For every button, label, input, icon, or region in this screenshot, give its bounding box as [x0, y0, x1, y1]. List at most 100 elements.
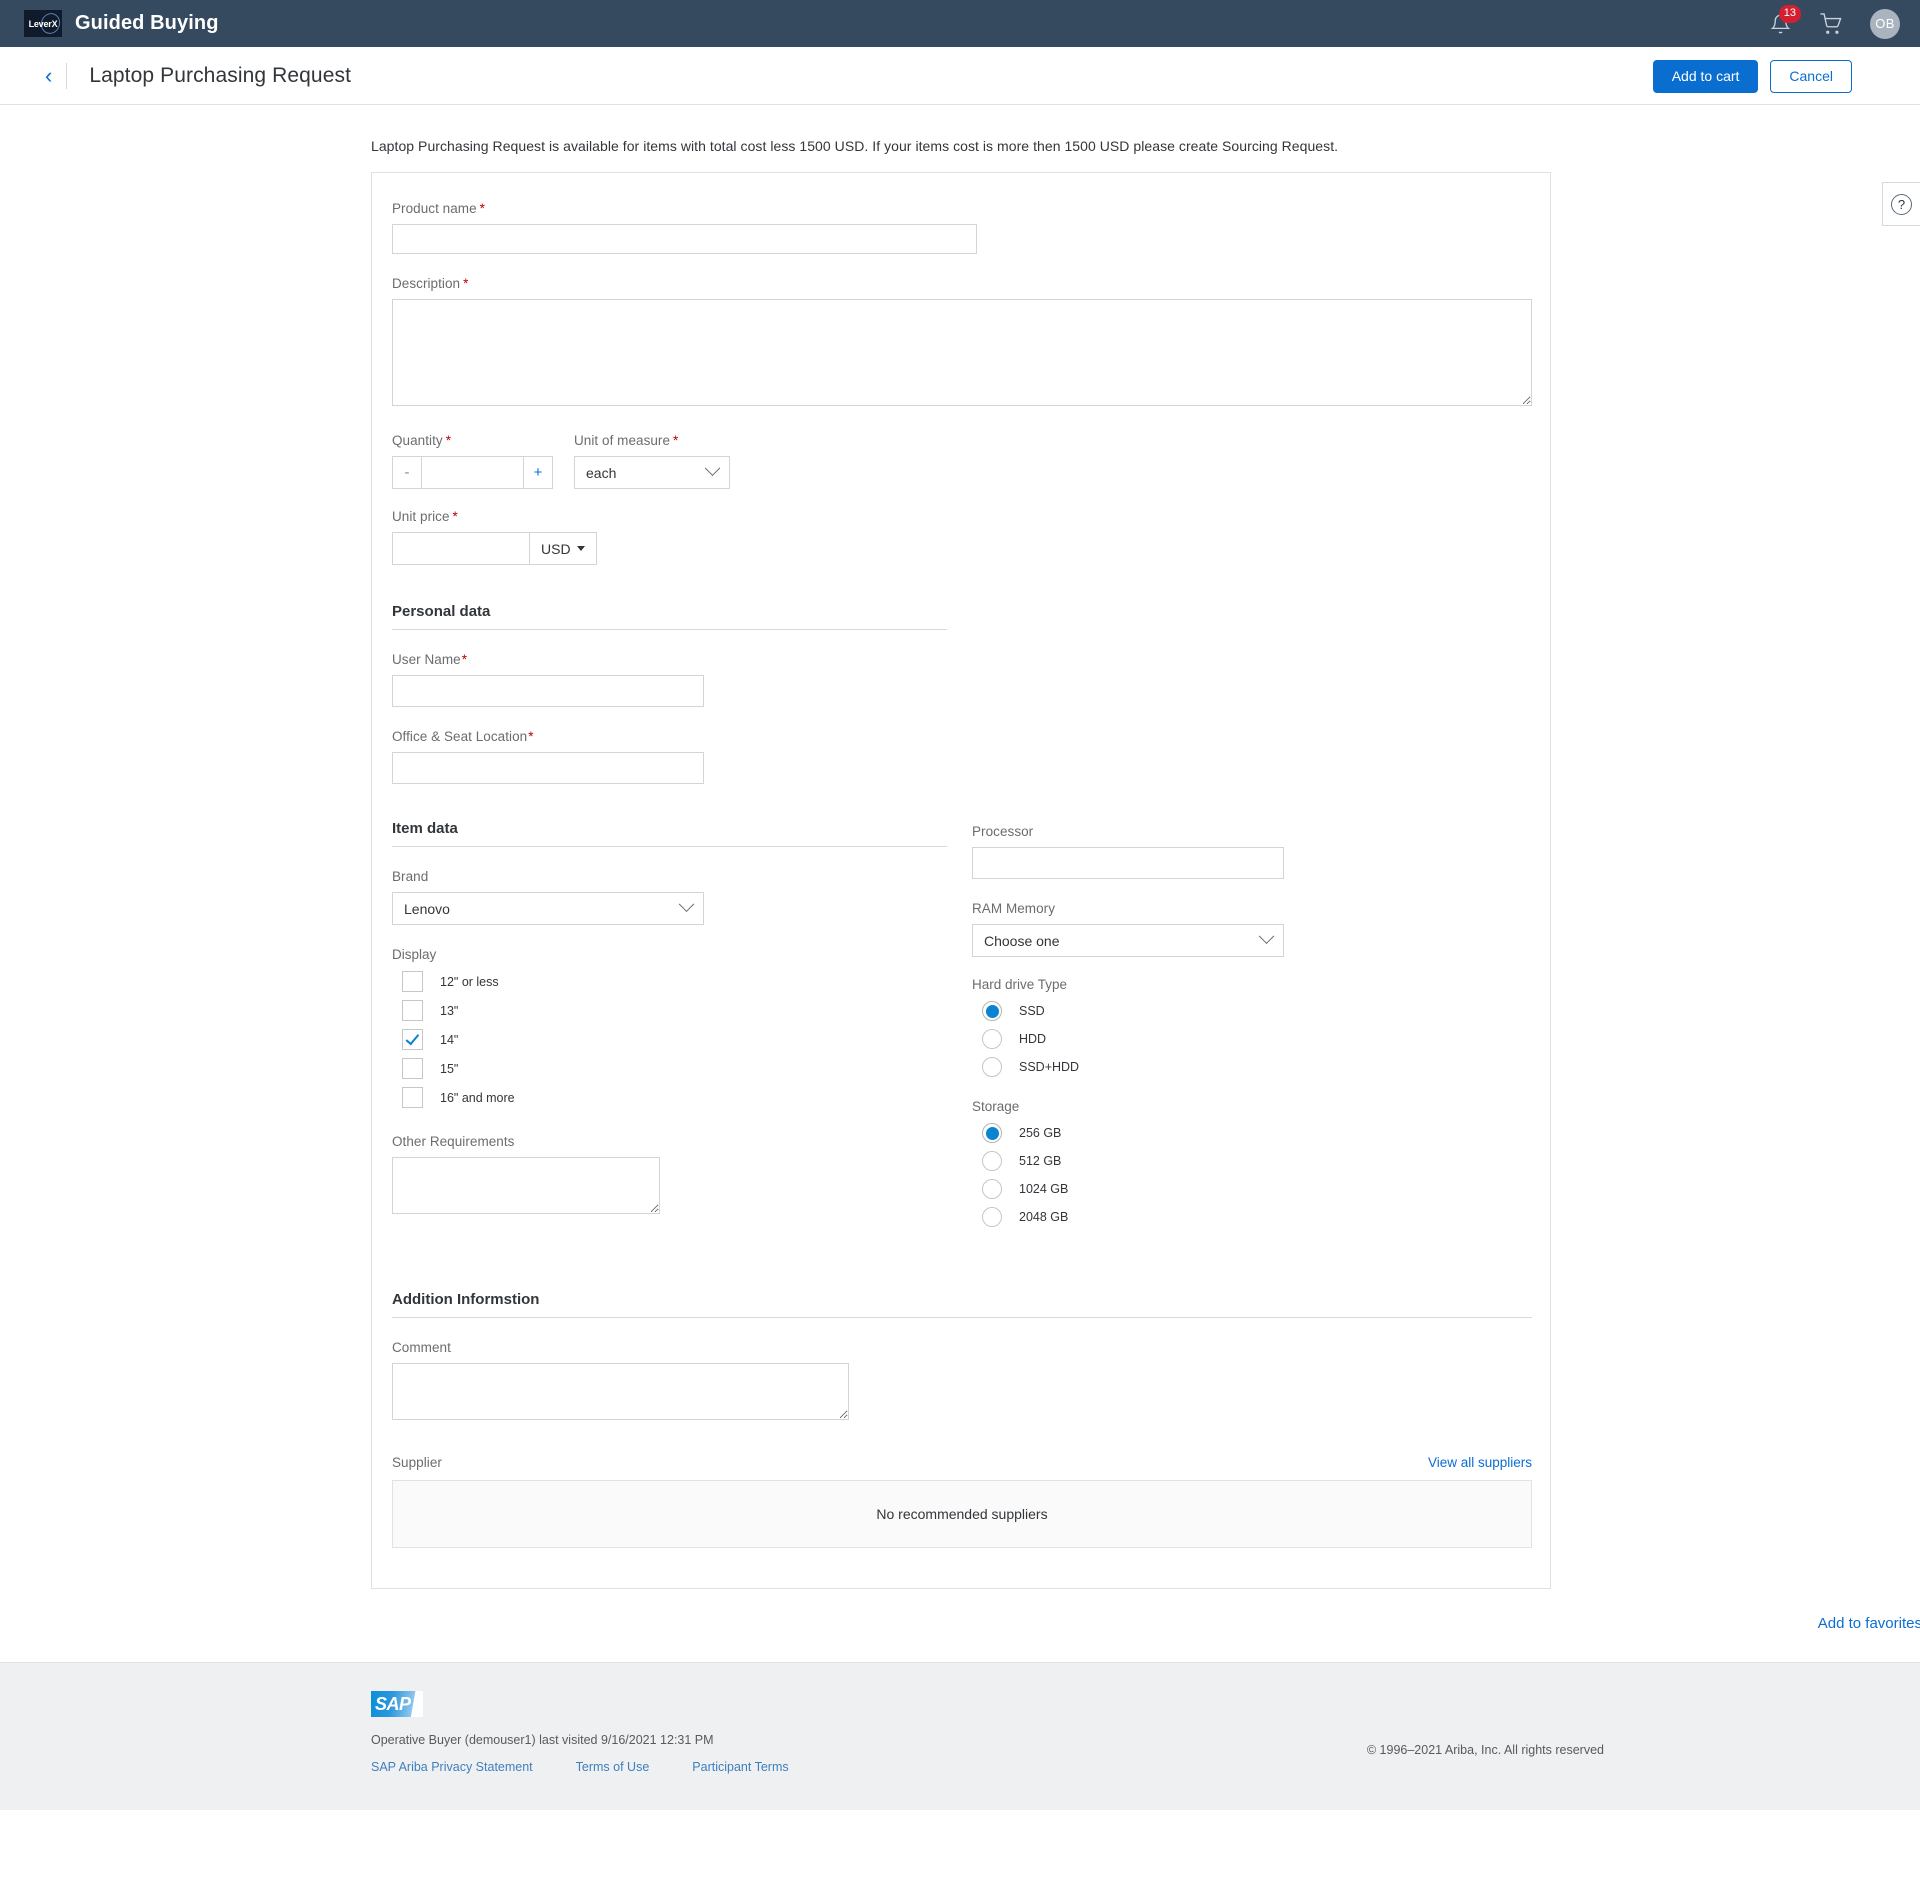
personal-data-heading: Personal data: [392, 603, 947, 630]
other-requirements-textarea[interactable]: [392, 1157, 660, 1214]
hard-drive-type-field: Hard drive Type SSD HDD SSD+HDD: [972, 977, 1302, 1077]
brand-select[interactable]: Lenovo: [392, 892, 704, 925]
brand-label: Brand: [392, 869, 429, 884]
storage-option-512[interactable]: 512 GB: [972, 1151, 1302, 1171]
item-data-left-column: Item data Brand Lenovo Display 12" or le…: [392, 820, 972, 1249]
checkbox-icon: [402, 1058, 423, 1079]
footer-links: SAP Ariba Privacy Statement Terms of Use…: [371, 1760, 1920, 1774]
display-option-13[interactable]: 13": [392, 1000, 972, 1021]
quantity-input[interactable]: [421, 456, 524, 489]
shopping-cart-icon: [1820, 12, 1842, 34]
item-data-heading: Item data: [392, 820, 947, 847]
user-name-field: User Name*: [392, 652, 1528, 707]
storage-option-label: 2048 GB: [1019, 1210, 1069, 1224]
quantity-increment-button[interactable]: +: [524, 456, 553, 489]
radio-icon: [982, 1151, 1002, 1171]
hard-drive-option-label: HDD: [1019, 1032, 1047, 1046]
display-option-label: 12" or less: [440, 974, 499, 989]
hard-drive-type-label: Hard drive Type: [972, 977, 1068, 992]
display-option-label: 15": [440, 1061, 459, 1076]
copyright: © 1996–2021 Ariba, Inc. All rights reser…: [1366, 1743, 1604, 1757]
ram-memory-value: Choose one: [984, 932, 1060, 949]
storage-field: Storage 256 GB 512 GB 1024 GB 2048 GB: [972, 1099, 1302, 1227]
back-button[interactable]: ‹: [24, 64, 66, 87]
checkbox-icon: [402, 1000, 423, 1021]
checkbox-icon: [402, 971, 423, 992]
ram-memory-label: RAM Memory: [972, 901, 1056, 916]
supplier-header: Supplier View all suppliers: [392, 1455, 1532, 1470]
add-to-favorites-link[interactable]: Add to favorites: [1818, 1615, 1920, 1632]
item-data-section: Item data Brand Lenovo Display 12" or le…: [392, 820, 1528, 1249]
office-seat-field: Office & Seat Location*: [392, 729, 1528, 784]
description-textarea[interactable]: [392, 299, 1532, 406]
help-button[interactable]: ?: [1882, 182, 1920, 226]
display-option-16[interactable]: 16" and more: [392, 1087, 972, 1108]
product-name-field: Product name *: [392, 201, 1528, 254]
unit-of-measure-value: each: [586, 464, 617, 481]
comment-field: Comment: [392, 1340, 1528, 1425]
checkbox-checked-icon: [402, 1029, 423, 1050]
page-title: Laptop Purchasing Request: [89, 63, 352, 87]
checkbox-icon: [402, 1087, 423, 1108]
page-subheader: ‹ Laptop Purchasing Request Add to cart …: [0, 47, 1920, 105]
supplier-label: Supplier: [392, 1455, 442, 1470]
app-header: LeverX Guided Buying 13 OB: [0, 0, 1920, 47]
unit-price-field: Unit price * USD: [392, 509, 1528, 565]
hard-drive-option-hdd[interactable]: HDD: [972, 1029, 1302, 1049]
add-to-cart-button[interactable]: Add to cart: [1652, 59, 1759, 93]
notifications-button[interactable]: 13: [1770, 4, 1801, 35]
storage-option-1024[interactable]: 1024 GB: [972, 1179, 1302, 1199]
ram-memory-select[interactable]: Choose one: [972, 924, 1284, 957]
storage-label: Storage: [972, 1099, 1020, 1114]
hard-drive-option-ssdhdd[interactable]: SSD+HDD: [972, 1057, 1302, 1077]
brand-field: Brand Lenovo: [392, 869, 972, 925]
avatar[interactable]: OB: [1870, 8, 1900, 39]
comment-textarea[interactable]: [392, 1363, 849, 1420]
favorites-row: Add to favorites: [371, 1589, 1920, 1662]
radio-icon: [982, 1029, 1002, 1049]
supplier-empty-state: No recommended suppliers: [392, 1480, 1532, 1548]
brand-group: LeverX Guided Buying: [24, 10, 219, 37]
unit-price-label: Unit price *: [392, 509, 458, 524]
display-label: Display: [392, 947, 437, 962]
description-label: Description *: [392, 276, 469, 291]
quantity-decrement-button[interactable]: -: [392, 456, 421, 489]
request-form-card: Product name * Description * Quantity * - +…: [371, 172, 1551, 1589]
view-all-suppliers-link[interactable]: View all suppliers: [1428, 1455, 1532, 1470]
header-actions: 13 OB: [1770, 0, 1900, 47]
cancel-button[interactable]: Cancel: [1770, 59, 1852, 93]
comment-label: Comment: [392, 1340, 451, 1355]
app-title: Guided Buying: [75, 12, 219, 34]
participant-terms-link[interactable]: Participant Terms: [692, 1760, 788, 1774]
radio-icon: [982, 1057, 1002, 1077]
storage-option-256[interactable]: 256 GB: [972, 1123, 1302, 1143]
currency-select[interactable]: USD: [529, 532, 597, 565]
sap-logo-icon: SAP: [371, 1691, 423, 1717]
session-info: Operative Buyer (demouser1) last visited…: [371, 1733, 714, 1747]
display-option-14[interactable]: 14": [392, 1029, 972, 1050]
storage-option-2048[interactable]: 2048 GB: [972, 1207, 1302, 1227]
radio-icon: [982, 1207, 1002, 1227]
additional-information-heading: Addition Informstion: [392, 1291, 1532, 1318]
unit-price-input[interactable]: [392, 532, 529, 565]
privacy-statement-link[interactable]: SAP Ariba Privacy Statement: [371, 1760, 533, 1774]
notification-badge: 13: [1778, 4, 1801, 23]
storage-option-label: 512 GB: [1019, 1154, 1062, 1168]
user-name-input[interactable]: [392, 675, 704, 707]
office-seat-input[interactable]: [392, 752, 704, 784]
hard-drive-option-label: SSD+HDD: [1019, 1060, 1080, 1074]
display-option-15[interactable]: 15": [392, 1058, 972, 1079]
cart-button[interactable]: [1819, 12, 1842, 35]
product-name-input[interactable]: [392, 224, 977, 254]
question-mark-icon: ?: [1891, 193, 1912, 215]
terms-of-use-link[interactable]: Terms of Use: [576, 1760, 650, 1774]
processor-input[interactable]: [972, 847, 1284, 879]
unit-of-measure-field: Unit of measure * each: [574, 433, 730, 489]
subheader-actions: Add to cart Cancel: [1652, 47, 1852, 105]
unit-of-measure-select[interactable]: each: [574, 456, 730, 489]
user-name-label: User Name*: [392, 652, 468, 667]
hard-drive-option-ssd[interactable]: SSD: [972, 1001, 1302, 1021]
quantity-field: Quantity * - +: [392, 433, 553, 489]
other-requirements-field: Other Requirements: [392, 1134, 972, 1219]
display-option-12[interactable]: 12" or less: [392, 971, 972, 992]
